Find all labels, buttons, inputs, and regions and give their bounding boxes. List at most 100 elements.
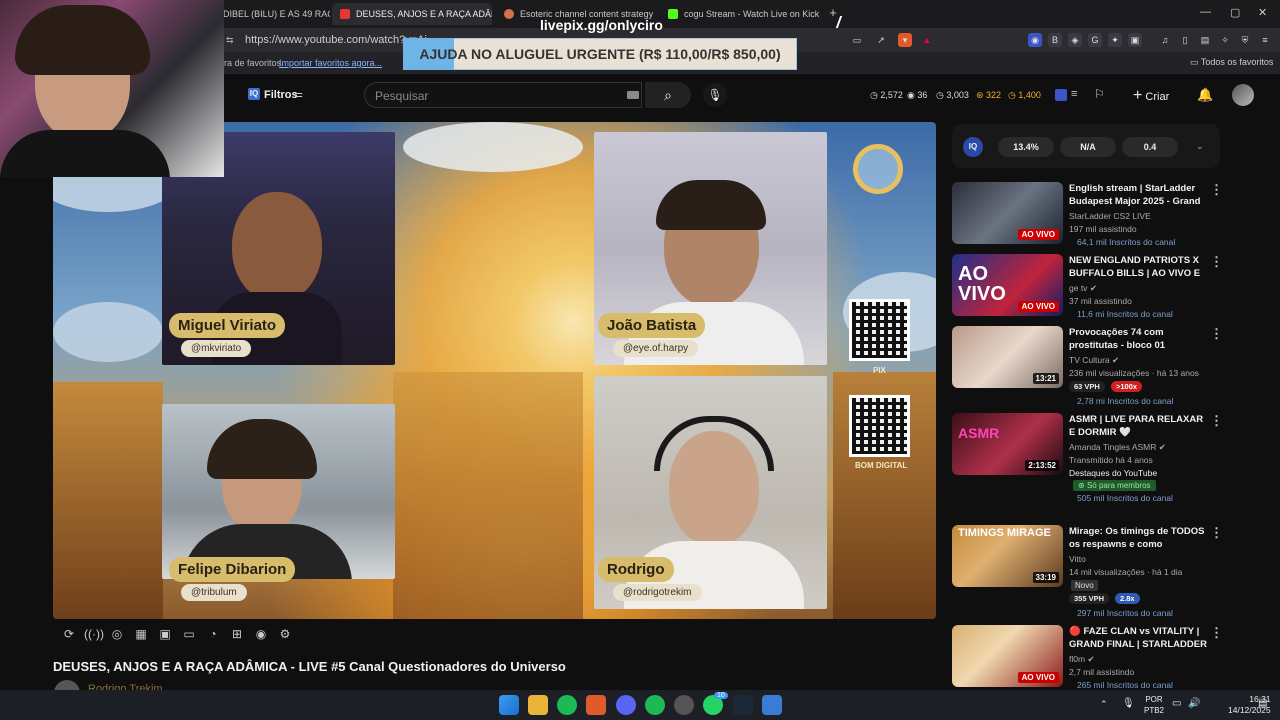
brave-icon[interactable] bbox=[586, 695, 606, 715]
broadcast-icon[interactable]: ((·)) bbox=[84, 625, 104, 643]
spotify-icon[interactable] bbox=[557, 695, 577, 715]
new-tab-button[interactable]: + bbox=[826, 6, 840, 20]
participant-handle: @eye.of.harpy bbox=[613, 340, 699, 357]
minimize-icon[interactable]: — bbox=[1200, 6, 1211, 18]
verified-icon: ✔ bbox=[1087, 654, 1095, 664]
close-window-icon[interactable]: ✕ bbox=[1258, 6, 1267, 19]
list-icon[interactable]: ≡ bbox=[1071, 88, 1077, 100]
kick-icon bbox=[668, 9, 678, 19]
mic-button[interactable]: 🎙 bbox=[703, 83, 727, 107]
speed-icon[interactable]: ◔ bbox=[204, 625, 222, 643]
extension-icon[interactable]: ◈ bbox=[1068, 33, 1082, 47]
more-icon[interactable]: ⋮ bbox=[1210, 525, 1223, 541]
rec-channel-name: fl0m bbox=[1069, 654, 1086, 664]
search-button[interactable]: ⌕ bbox=[645, 82, 691, 108]
tab-dibel[interactable]: DIBEL (BILU) E AS 49 RAÇAS bbox=[215, 3, 330, 25]
tab-label: DIBEL (BILU) E AS 49 RAÇAS bbox=[223, 9, 330, 19]
notification-count: 10 bbox=[714, 692, 728, 699]
youtube-icon bbox=[340, 9, 350, 19]
pip-icon[interactable]: ▣ bbox=[156, 625, 174, 643]
language-indicator[interactable]: POR PTB2 bbox=[1144, 694, 1164, 716]
broadcast-icon[interactable]: ⚐ bbox=[1094, 87, 1105, 101]
windows-start-icon[interactable] bbox=[499, 695, 519, 715]
url-field[interactable]: https://www.youtube.com/watch?v=Ai bbox=[245, 34, 427, 46]
tab-kick[interactable]: cogu Stream - Watch Live on Kick bbox=[660, 3, 820, 25]
sidebar-icon[interactable]: ▯ bbox=[1178, 33, 1192, 47]
more-icon[interactable]: ⋮ bbox=[1210, 413, 1223, 429]
tab-deuses[interactable]: DEUSES, ANJOS E A RAÇA ADÂM ✕ bbox=[332, 3, 492, 25]
mic-icon[interactable]: 🎙 bbox=[1122, 698, 1135, 709]
puzzle-icon[interactable]: ✦ bbox=[1108, 33, 1122, 47]
maximize-icon[interactable]: ▢ bbox=[1230, 6, 1240, 19]
steam-icon[interactable] bbox=[733, 695, 753, 715]
file-explorer-icon[interactable] bbox=[528, 695, 548, 715]
add-icon[interactable]: ⊞ bbox=[228, 625, 246, 643]
extension-icon[interactable]: B bbox=[1048, 33, 1062, 47]
hair bbox=[656, 180, 766, 230]
bell-icon[interactable]: 🔔 bbox=[1197, 87, 1213, 103]
thumbnail: 13:21 bbox=[952, 326, 1063, 388]
recommendation-item[interactable]: AO VIVO 🔴 FAZE CLAN vs VITALITY | GRAND … bbox=[952, 625, 1223, 690]
rewards-icon[interactable]: ▲ bbox=[920, 33, 934, 47]
app-icon[interactable] bbox=[762, 695, 782, 715]
keyboard-icon[interactable] bbox=[627, 91, 639, 99]
chevron-down-icon[interactable]: ⌄ bbox=[1196, 141, 1204, 152]
thumbnail: ASMR 2:13:52 bbox=[952, 413, 1063, 475]
recommendation-item[interactable]: TIMINGS MIRAGE 33:19 Mirage: Os timings … bbox=[952, 525, 1223, 618]
lang-secondary: PTB2 bbox=[1144, 706, 1165, 715]
site-info-icon[interactable]: ⇆ bbox=[226, 35, 234, 46]
gear-icon[interactable]: ⚙ bbox=[276, 625, 294, 643]
leo-icon[interactable]: ✧ bbox=[1218, 33, 1232, 47]
filters-button[interactable]: Filtros bbox=[264, 89, 298, 101]
video-player[interactable]: Miguel Viriato @mkviriato João Batista @… bbox=[53, 122, 936, 619]
theater-icon[interactable]: ▭ bbox=[180, 625, 198, 643]
iq-value: 13.4% bbox=[998, 137, 1054, 157]
loop-icon[interactable]: ⟳ bbox=[60, 625, 78, 643]
more-icon[interactable]: ⋮ bbox=[1210, 625, 1223, 641]
recommendation-item[interactable]: 13:21 Provocações 74 com prostitutas - b… bbox=[952, 326, 1223, 406]
more-icon[interactable]: ⋮ bbox=[1210, 326, 1223, 342]
search-input[interactable]: Pesquisar bbox=[364, 82, 642, 108]
chevron-up-icon[interactable]: ⌃ bbox=[1100, 699, 1108, 710]
extension-icon[interactable]: ▣ bbox=[1128, 33, 1142, 47]
streamer-webcam bbox=[0, 0, 224, 177]
create-button[interactable]: + Criar bbox=[1133, 87, 1169, 105]
rec-extra: Destaques do YouTube bbox=[1069, 468, 1158, 478]
share-icon[interactable]: ↗ bbox=[874, 33, 888, 47]
thumbnail: TIMINGS MIRAGE 33:19 bbox=[952, 525, 1063, 587]
camera-icon[interactable]: ◉ bbox=[252, 625, 270, 643]
recommendation-item[interactable]: ASMR 2:13:52 ASMR | LIVE PARA RELAXAR E … bbox=[952, 413, 1223, 505]
cast-icon[interactable]: ▭ bbox=[850, 33, 864, 47]
more-icon[interactable]: ⋮ bbox=[1210, 182, 1223, 198]
menu-icon[interactable]: ≡ bbox=[1258, 33, 1272, 47]
volume-icon[interactable]: 🔊 bbox=[1188, 698, 1200, 709]
discord-icon[interactable] bbox=[616, 695, 636, 715]
vpn-icon[interactable]: ⛨ bbox=[1238, 33, 1252, 47]
windows-taskbar bbox=[0, 690, 1280, 720]
magnifier-icon bbox=[853, 144, 903, 194]
eye-icon[interactable]: ◎ bbox=[108, 625, 126, 643]
network-icon[interactable]: ▭ bbox=[1172, 698, 1181, 709]
all-favorites[interactable]: ▭ Todos os favoritos bbox=[1190, 57, 1273, 68]
shoulders bbox=[0, 130, 170, 177]
cloud-decoration bbox=[53, 302, 163, 362]
participant-name: Miguel Viriato bbox=[169, 313, 286, 338]
stat-value: 1,400 bbox=[1018, 90, 1041, 100]
google-icon[interactable]: G bbox=[1088, 33, 1102, 47]
brave-shield-icon[interactable]: ▾ bbox=[898, 33, 912, 47]
music-icon[interactable]: ♫ bbox=[1158, 33, 1172, 47]
rec-title: Mirage: Os timings de TODOS os respawns … bbox=[1069, 526, 1205, 550]
extension-icon[interactable]: ◉ bbox=[1028, 33, 1042, 47]
pillar-decoration bbox=[393, 372, 583, 619]
spotify-icon[interactable] bbox=[645, 695, 665, 715]
more-icon[interactable]: ⋮ bbox=[1210, 254, 1223, 270]
extension-icon[interactable] bbox=[1055, 89, 1067, 101]
recommendation-item[interactable]: AO VIVO AO VIVO NEW ENGLAND PATRIOTS X BU… bbox=[952, 254, 1223, 319]
wallet-icon[interactable]: ▤ bbox=[1198, 33, 1212, 47]
notification-icon[interactable]: ▤ bbox=[1258, 698, 1267, 709]
recommendation-item[interactable]: AO VIVO English stream | StarLadder Buda… bbox=[952, 182, 1223, 247]
clip-icon[interactable]: ▦ bbox=[132, 625, 150, 643]
import-favorites-link[interactable]: Importar favoritos agora... bbox=[279, 58, 382, 68]
avatar[interactable] bbox=[1232, 84, 1254, 106]
obs-icon[interactable] bbox=[674, 695, 694, 715]
